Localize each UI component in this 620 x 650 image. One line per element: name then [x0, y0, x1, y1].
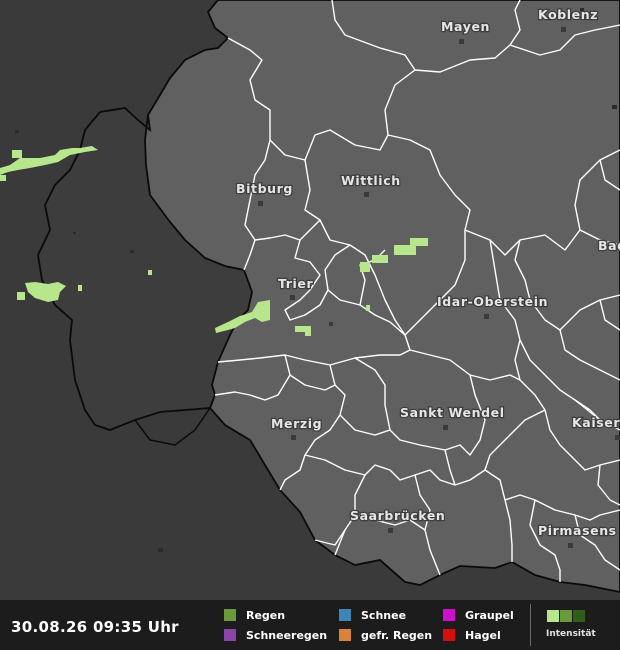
city-marker-koblenz — [561, 27, 566, 32]
city-label-wittlich: Wittlich — [341, 173, 401, 188]
legend-label-gefr-regen: gefr. Regen — [361, 628, 433, 642]
city-marker-trier — [290, 295, 295, 300]
city-label-idar: Idar-Oberstein — [437, 294, 548, 309]
city-label-wendel: Sankt Wendel — [400, 405, 505, 420]
legend-label-regen: Regen — [246, 608, 286, 622]
city-marker-wendel — [443, 425, 448, 430]
legend-item-regen: Regen — [224, 608, 285, 622]
legend-divider — [530, 604, 531, 646]
intensity-swatch-mid — [560, 610, 572, 622]
legend-item-hagel: Hagel — [443, 628, 501, 642]
intensity-swatch-low — [547, 610, 559, 622]
legend-item-schneeregen: Schneeregen — [224, 628, 327, 642]
intensity-label: Intensität — [546, 629, 596, 639]
city-label-merzig: Merzig — [271, 416, 322, 431]
legend-label-hagel: Hagel — [465, 628, 501, 642]
city-label-bitburg: Bitburg — [236, 181, 293, 196]
city-marker-wittlich — [364, 192, 369, 197]
weather-radar-map[interactable]: Mayen Koblenz Bitburg Wittlich Trier Ida… — [0, 0, 620, 600]
legend-swatch-schnee — [339, 609, 351, 621]
city-marker-mayen — [459, 39, 464, 44]
legend-label-schneeregen: Schneeregen — [246, 628, 328, 642]
legend-item-graupel: Graupel — [443, 608, 514, 622]
city-label-kaisers: Kaisers — [572, 415, 620, 430]
city-marker-saarbruecken — [388, 528, 393, 533]
city-label-mayen: Mayen — [441, 19, 490, 34]
intensity-scale — [547, 610, 585, 622]
legend-item-schnee: Schnee — [339, 608, 406, 622]
legend-swatch-hagel — [443, 629, 455, 641]
legend-swatch-schneeregen — [224, 629, 236, 641]
legend-label-graupel: Graupel — [465, 608, 514, 622]
city-label-saarbruecken: Saarbrücken — [350, 508, 445, 523]
city-marker-merzig — [291, 435, 296, 440]
legend-swatch-regen — [224, 609, 236, 621]
city-label-bad: Bad — [598, 238, 620, 253]
legend-swatch-gefr-regen — [339, 629, 351, 641]
timestamp: 30.08.26 09:35 Uhr — [11, 618, 179, 636]
city-marker-bitburg — [258, 201, 263, 206]
legend-bar: 30.08.26 09:35 Uhr Regen Schneeregen Sch… — [0, 600, 620, 650]
city-marker-kaisers — [615, 435, 620, 440]
city-label-trier: Trier — [278, 276, 313, 291]
city-marker-pirmasens — [568, 543, 573, 548]
city-marker-small — [329, 322, 333, 326]
legend-swatch-graupel — [443, 609, 455, 621]
city-label-koblenz: Koblenz — [538, 7, 598, 22]
intensity-swatch-high — [573, 610, 585, 622]
legend-item-gefr-regen: gefr. Regen — [339, 628, 432, 642]
city-label-pirmasens: Pirmasens — [538, 523, 617, 538]
legend-label-schnee: Schnee — [361, 608, 407, 622]
city-marker-idar — [484, 314, 489, 319]
